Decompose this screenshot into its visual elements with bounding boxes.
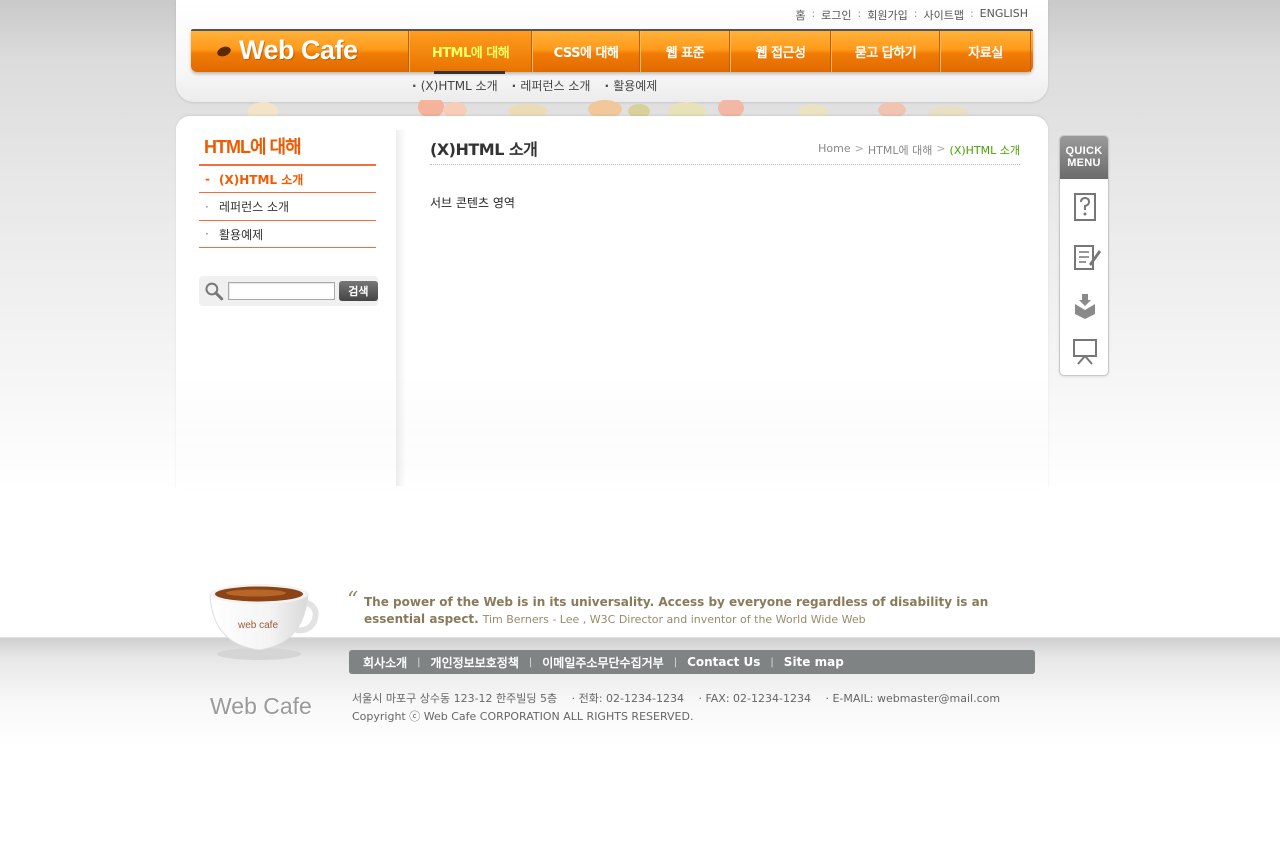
sidebar-item-label: 레퍼런스 소개 [219, 200, 290, 214]
notepad-edit-icon[interactable] [1073, 242, 1101, 272]
sidebar-divider [396, 130, 406, 486]
separator: | [673, 656, 678, 668]
sitemap-link[interactable]: 사이트맵 [923, 7, 963, 23]
copyright-text: Copyright ⓒ Web Cafe CORPORATION ALL RIG… [352, 710, 694, 723]
footer-link-privacy[interactable]: 개인정보보호정책 [431, 654, 519, 671]
bullet-mark: · [205, 199, 209, 214]
gnb-item-web-standards[interactable]: 웹 표준 [640, 31, 730, 72]
breadcrumb: Home > HTML에 대해 > (X)HTML 소개 [818, 142, 1020, 158]
separator: | [417, 656, 421, 668]
quick-menu: QUICK MENU [1059, 135, 1109, 376]
gnb-item-qna[interactable]: 묻고 답하기 [831, 31, 940, 72]
subnav-item-reference[interactable]: 레퍼런스 소개 [512, 77, 590, 94]
utility-links: 홈: 로그인: 회원가입: 사이트맵: ENGLISH [795, 7, 1028, 23]
page-title: (X)HTML 소개 [430, 140, 538, 159]
gnb-item-archive[interactable]: 자료실 [940, 31, 1031, 72]
sidebar-menu: - (X)HTML 소개 · 레퍼런스 소개 · 활용예제 [199, 164, 376, 248]
logo-text: Web Cafe [239, 35, 358, 65]
sidebar-item-examples[interactable]: · 활용예제 [199, 220, 376, 248]
global-navigation: Web Cafe HTML에 대해 CSS에 대해 웹 표준 웹 접근성 묻고 … [191, 29, 1033, 74]
footer-link-sitemap[interactable]: Site map [784, 655, 844, 669]
chevron-right-icon: > [854, 142, 864, 155]
quote-mark-icon: “ [347, 588, 359, 613]
subnav-item-examples[interactable]: 활용예제 [604, 77, 657, 94]
quick-menu-title-line2: MENU [1067, 157, 1101, 169]
footer-link-contact[interactable]: Contact Us [687, 655, 760, 669]
sidebar-title: HTML에 대해 [204, 137, 302, 157]
search-input[interactable] [227, 282, 335, 300]
sub-content-area: 서브 콘텐츠 영역 [430, 196, 515, 210]
chevron-right-icon: > [936, 142, 946, 155]
coffee-cup-icon: web cafe [209, 584, 319, 660]
home-link[interactable]: 홈 [795, 7, 805, 23]
english-link[interactable]: ENGLISH [980, 7, 1028, 23]
quick-menu-title-line1: QUICK [1065, 145, 1103, 157]
footer-link-email-policy[interactable]: 이메일주소무단수집거부 [542, 654, 663, 671]
cup-label: web cafe [237, 620, 278, 631]
quick-menu-header: QUICK MENU [1060, 136, 1108, 179]
site-logo[interactable]: Web Cafe [191, 31, 409, 72]
separator: | [770, 656, 774, 668]
presentation-board-icon[interactable] [1073, 336, 1097, 366]
bullet-mark: · [205, 227, 209, 241]
breadcrumb-section[interactable]: HTML에 대해 [868, 142, 932, 158]
footer-logo: Web Cafe [210, 693, 312, 719]
separator: : [811, 7, 816, 20]
sidebar-item-xhtml[interactable]: - (X)HTML 소개 [199, 164, 376, 192]
bullet-mark: - [205, 172, 210, 186]
download-box-icon[interactable] [1073, 290, 1097, 320]
subnav-item-xhtml[interactable]: (X)HTML 소개 [412, 77, 498, 94]
search-button[interactable]: 검색 [338, 281, 378, 301]
breadcrumb-current: (X)HTML 소개 [949, 144, 1020, 157]
sidebar-item-reference[interactable]: · 레퍼런스 소개 [199, 192, 376, 220]
sub-navigation: (X)HTML 소개 레퍼런스 소개 활용예제 [412, 77, 658, 94]
company-address: 서울시 마포구 상수동 123-12 한주빌딩 5층 · 전화: 02-1234… [352, 692, 1001, 705]
separator: | [528, 656, 533, 668]
question-icon[interactable] [1073, 192, 1097, 222]
breadcrumb-home[interactable]: Home [818, 142, 850, 158]
coffee-bean-icon [215, 44, 233, 59]
separator: : [857, 7, 862, 20]
separator: : [913, 7, 918, 20]
gnb-item-html[interactable]: HTML에 대해 [409, 31, 532, 74]
gnb-item-css[interactable]: CSS에 대해 [532, 31, 640, 72]
signup-link[interactable]: 회원가입 [867, 7, 907, 23]
login-link[interactable]: 로그인 [821, 7, 851, 23]
search-icon [205, 282, 224, 301]
sidebar-item-label: (X)HTML 소개 [219, 172, 304, 187]
separator: : [969, 7, 974, 20]
footer-quote: The power of the Web is in its universal… [364, 594, 1004, 628]
title-divider [430, 164, 1020, 165]
sidebar-item-label: 활용예제 [219, 227, 264, 242]
footer-link-company[interactable]: 회사소개 [363, 654, 407, 671]
search-box: 검색 [199, 276, 378, 306]
gnb-item-accessibility[interactable]: 웹 접근성 [730, 31, 831, 72]
footer-navigation: 회사소개 | 개인정보보호정책 | 이메일주소무단수집거부 | Contact … [349, 650, 1035, 674]
quote-author: Tim Berners - Lee , W3C Director and inv… [482, 613, 866, 626]
